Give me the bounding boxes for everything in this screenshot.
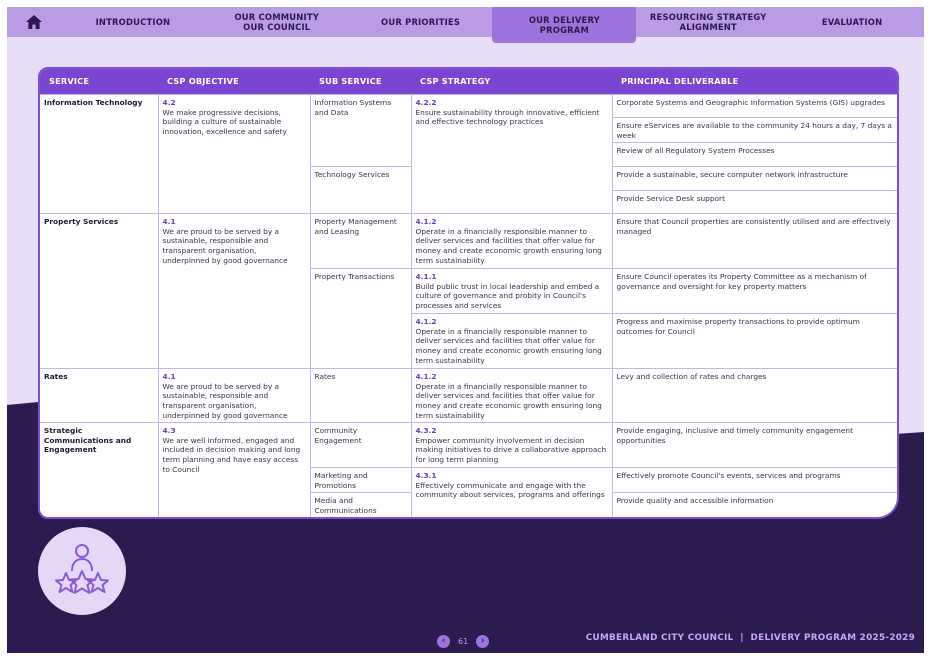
strategy-cell: 4.3.1 Effectively communicate and engage…: [410, 467, 613, 517]
strategy-cell: 4.1.2 Operate in a financially responsib…: [410, 213, 613, 270]
deliverable-cell: Ensure Council operates its Property Com…: [611, 268, 897, 315]
delivery-program-table-container: SERVICE CSP OBJECTIVE SUB SERVICE CSP ST…: [38, 67, 899, 519]
strategy-text: Operate in a financially responsible man…: [415, 226, 602, 265]
previous-page-button[interactable]: ‹: [437, 635, 450, 648]
strategy-cell: 4.1.1 Build public trust in local leader…: [410, 268, 613, 315]
strategy-code: 4.3.1: [415, 471, 437, 481]
sub-service-cell: Information Systems and Data: [309, 93, 412, 168]
deliverable-cell: Corporate Systems and Geographic Informa…: [611, 94, 897, 118]
sub-service-cell: Community Engagement: [309, 422, 412, 469]
strategy-code: 4.1.2: [415, 217, 437, 227]
page: INTRODUCTION OUR COMMUNITY OUR COUNCIL O…: [7, 7, 924, 653]
deliverable-cell: Provide Service Desk support: [612, 190, 897, 215]
table-header-row: SERVICE CSP OBJECTIVE SUB SERVICE CSP ST…: [40, 69, 897, 95]
nav-tab-our-delivery-program[interactable]: OUR DELIVERY PROGRAM: [492, 7, 637, 43]
strategy-code: 4.3.2: [415, 426, 437, 436]
strategy-text: Empower community involvement in decisio…: [415, 435, 607, 464]
nav-tab-our-community[interactable]: OUR COMMUNITY OUR COUNCIL: [205, 7, 349, 37]
nav-tab-evaluation[interactable]: EVALUATION: [780, 7, 924, 37]
sub-service-cell: Property Transactions: [310, 268, 412, 370]
objective-text: We are proud to be served by a sustainab…: [162, 226, 288, 265]
objective-code: 4.1: [162, 372, 176, 382]
strategy-code: 4.1.2: [415, 317, 437, 327]
pagination: ‹ 61 ›: [437, 635, 490, 648]
objective-text: We make progressive decisions, building …: [162, 107, 287, 136]
service-cell: Rates: [40, 368, 159, 424]
service-cell: Property Services: [40, 213, 159, 370]
table-row: Rates 4.1 We are proud to be served by a…: [40, 368, 897, 424]
page-number: 61: [458, 637, 469, 646]
sub-service-cell: Marketing and Promotions: [310, 467, 412, 494]
header-csp-strategy: CSP STRATEGY: [411, 69, 612, 95]
table-row: Property Services 4.1 We are proud to be…: [40, 213, 897, 370]
objective-text: We are proud to be served by a sustainab…: [162, 381, 288, 420]
deliverable-cell: Ensure eServices are available to the co…: [612, 116, 897, 144]
next-page-button[interactable]: ›: [476, 635, 490, 648]
deliverable-cell: Provide quality and accessible informati…: [611, 492, 897, 517]
nav-tab-introduction[interactable]: INTRODUCTION: [61, 7, 205, 37]
deliverable-cell: Ensure that Council properties are consi…: [611, 213, 897, 270]
objective-cell: 4.1 We are proud to be served by a susta…: [157, 368, 311, 424]
community-badge: [38, 527, 126, 615]
deliverable-cell: Provide engaging, inclusive and timely c…: [611, 422, 897, 469]
person-stars-icon: [55, 544, 109, 594]
deliverable-cell: Progress and maximise property transacti…: [611, 313, 897, 370]
sub-service-cell: Property Management and Leasing: [309, 213, 412, 270]
header-csp-objective: CSP OBJECTIVE: [158, 69, 310, 95]
strategy-code: 4.1.2: [415, 372, 437, 382]
nav-tab-our-priorities[interactable]: OUR PRIORITIES: [349, 7, 493, 37]
strategy-cell: 4.1.2 Operate in a financially responsib…: [410, 368, 613, 424]
strategy-code: 4.2.2: [415, 98, 437, 107]
objective-cell: 4.1 We are proud to be served by a susta…: [157, 213, 311, 370]
table-row: Information Technology 4.2 We make progr…: [40, 93, 897, 215]
sub-service-cell: Rates: [309, 368, 412, 424]
deliverable-cell: Provide a sustainable, secure computer n…: [611, 166, 897, 192]
delivery-program-table: SERVICE CSP OBJECTIVE SUB SERVICE CSP ST…: [40, 69, 897, 517]
strategy-text: Build public trust in local leadership a…: [415, 281, 600, 310]
home-button[interactable]: [7, 7, 61, 37]
strategy-cell: 4.3.2 Empower community involvement in d…: [410, 422, 613, 469]
header-principal-deliverable: PRINCIPAL DELIVERABLE: [612, 69, 897, 95]
service-cell: Information Technology: [40, 93, 159, 215]
objective-cell: 4.3 We are well informed, engaged and in…: [157, 422, 311, 517]
objective-text: We are well informed, engaged and includ…: [162, 435, 301, 474]
table-row: Strategic Communications and Engagement …: [40, 422, 897, 517]
nav-tab-resourcing-strategy[interactable]: RESOURCING STRATEGY ALIGNMENT: [636, 7, 780, 37]
strategy-text: Operate in a financially responsible man…: [415, 381, 602, 420]
strategy-cell: 4.2.2 Ensure sustainability through inno…: [410, 93, 613, 215]
objective-code: 4.2: [162, 98, 176, 107]
strategy-text: Ensure sustainability through innovative…: [415, 107, 600, 127]
top-navigation: INTRODUCTION OUR COMMUNITY OUR COUNCIL O…: [7, 7, 924, 43]
strategy-text: Operate in a financially responsible man…: [415, 326, 602, 365]
sub-service-cell: Technology Services: [310, 166, 412, 215]
objective-cell: 4.2 We make progressive decisions, build…: [157, 93, 311, 215]
strategy-code: 4.1.1: [415, 272, 437, 282]
objective-code: 4.3: [162, 426, 176, 436]
deliverable-cell: Review of all Regulatory System Processe…: [612, 142, 897, 168]
deliverable-cell: Effectively promote Council's events, se…: [611, 467, 897, 494]
service-cell: Strategic Communications and Engagement: [40, 422, 159, 517]
objective-code: 4.1: [162, 217, 176, 227]
header-sub-service: SUB SERVICE: [310, 69, 411, 95]
header-service: SERVICE: [40, 69, 158, 95]
footer-title: CUMBERLAND CITY COUNCIL | DELIVERY PROGR…: [585, 633, 915, 643]
strategy-text: Effectively communicate and engage with …: [415, 480, 605, 500]
home-icon: [26, 15, 42, 29]
strategy-cell: 4.1.2 Operate in a financially responsib…: [411, 313, 613, 370]
deliverable-cell: Levy and collection of rates and charges: [611, 368, 897, 424]
sub-service-cell: Media and Communications: [310, 492, 412, 517]
